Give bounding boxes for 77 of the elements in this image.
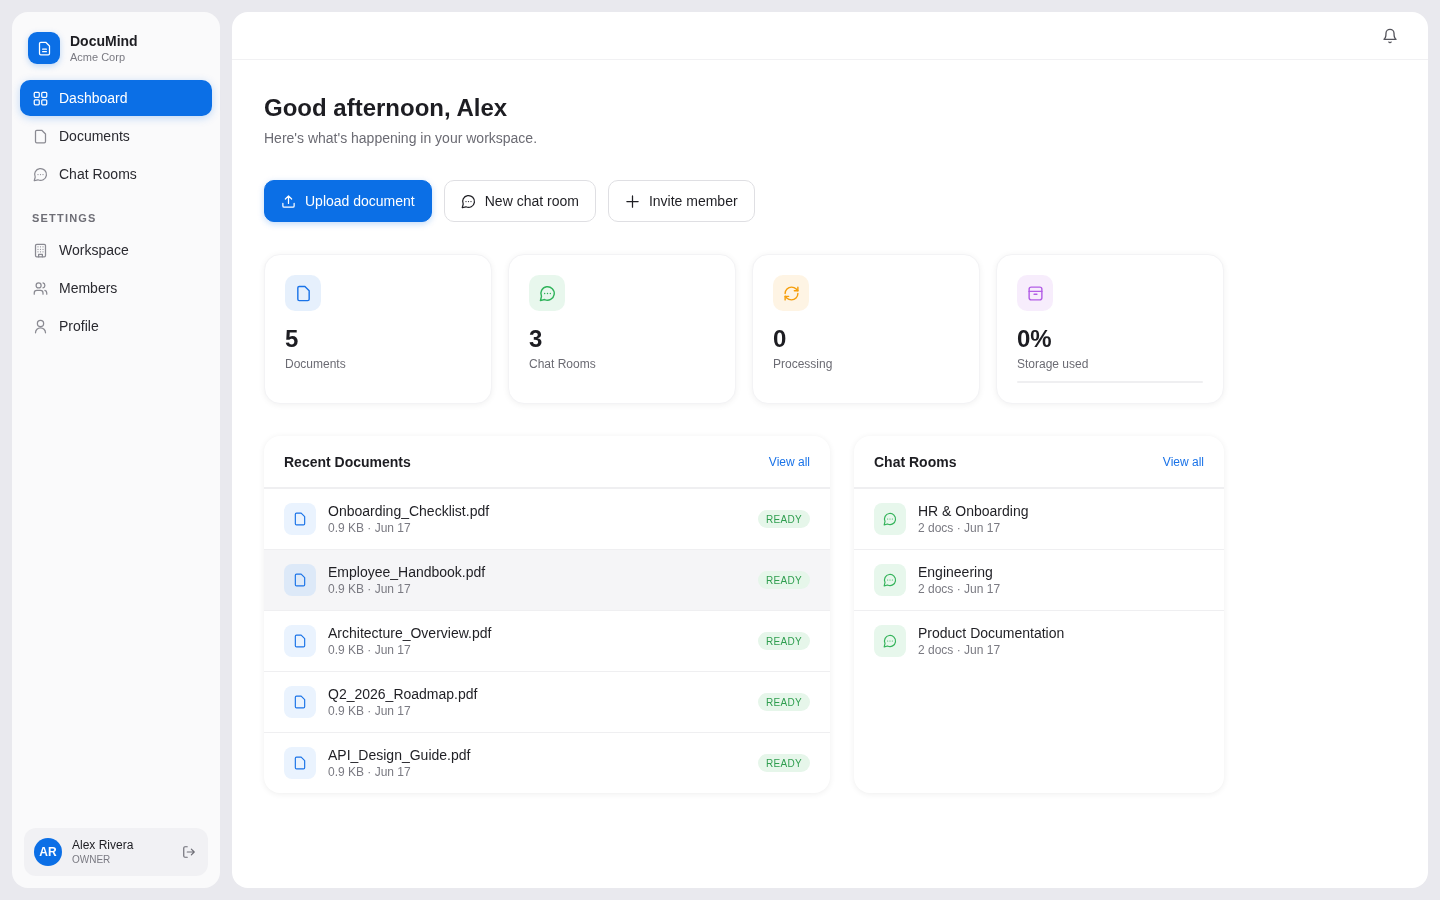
document-name: API_Design_Guide.pdf <box>328 746 471 764</box>
document-meta: 0.9 KB · Jun 17 <box>328 703 411 719</box>
user-avatar: AR <box>34 838 62 866</box>
stat-value: 0 <box>773 324 787 354</box>
chat-room-name: Engineering <box>918 563 993 581</box>
stat-label: Chat Rooms <box>529 356 596 372</box>
nav-item[interactable]: Profile <box>20 308 212 344</box>
file-icon <box>284 503 316 535</box>
stat-value: 0% <box>1017 324 1052 354</box>
status-badge: READY <box>758 571 810 589</box>
chat-bubble-icon <box>874 503 906 535</box>
chat-bubble-icon <box>874 625 906 657</box>
greeting-heading: Good afternoon, Alex <box>264 93 508 123</box>
status-badge: READY <box>758 632 810 650</box>
notification-bell-icon[interactable] <box>1382 27 1398 44</box>
user-name: Alex Rivera <box>72 838 134 853</box>
file-icon <box>284 747 316 779</box>
chat-room-row[interactable]: Engineering 2 docs · Jun 17 <box>854 549 1224 610</box>
section-heading: SETTINGS <box>32 212 97 224</box>
document-row[interactable]: Architecture_Overview.pdf 0.9 KB · Jun 17 READY <box>264 610 830 671</box>
document-meta: 0.9 KB · Jun 17 <box>328 581 411 597</box>
chat-room-name: HR & Onboarding <box>918 502 1029 520</box>
status-badge: READY <box>758 510 810 528</box>
grid-icon <box>33 90 48 106</box>
document-row[interactable]: Q2_2026_Roadmap.pdf 0.9 KB · Jun 17 READY <box>264 671 830 732</box>
chat-room-row[interactable]: Product Documentation 2 docs · Jun 17 <box>854 610 1224 671</box>
organization-name: Acme Corp <box>70 49 126 64</box>
user-icon <box>33 318 48 334</box>
view-all-link[interactable]: View all <box>768 454 810 469</box>
building-icon <box>33 242 48 258</box>
document-row[interactable]: Employee_Handbook.pdf 0.9 KB · Jun 17 READY <box>264 549 830 610</box>
action-button[interactable]: New chat room <box>443 180 596 222</box>
logout-icon[interactable] <box>182 845 196 859</box>
chat-room-meta: 2 docs · Jun 17 <box>918 520 1001 536</box>
action-button[interactable]: Invite member <box>607 180 755 222</box>
stat-label: Processing <box>773 356 833 372</box>
nav-item[interactable]: Members <box>20 270 212 306</box>
file-icon <box>33 128 48 144</box>
status-badge: READY <box>758 693 810 711</box>
nav-item[interactable]: Documents <box>20 118 212 154</box>
document-name: Onboarding_Checklist.pdf <box>328 502 490 520</box>
panel-title: Recent Documents <box>284 453 411 470</box>
document-meta: 0.9 KB · Jun 17 <box>328 520 411 536</box>
stat-value: 3 <box>529 324 543 354</box>
nav-item[interactable]: Chat Rooms <box>20 156 212 192</box>
chat-room-name: Product Documentation <box>918 624 1065 642</box>
chat-bubble-icon <box>33 166 48 182</box>
user-role: OWNER <box>72 853 111 866</box>
panel-title: Chat Rooms <box>874 453 957 470</box>
file-icon <box>284 625 316 657</box>
stat-value: 5 <box>285 324 299 354</box>
document-name: Q2_2026_Roadmap.pdf <box>328 685 478 703</box>
chat-room-meta: 2 docs · Jun 17 <box>918 581 1001 597</box>
chat-bubble-icon <box>874 564 906 596</box>
upload-icon <box>281 193 296 209</box>
status-badge: READY <box>758 754 810 772</box>
document-name: Employee_Handbook.pdf <box>328 563 486 581</box>
document-row[interactable]: API_Design_Guide.pdf 0.9 KB · Jun 17 READY <box>264 732 830 793</box>
chat-room-meta: 2 docs · Jun 17 <box>918 642 1001 658</box>
users-icon <box>33 280 48 296</box>
document-name: Architecture_Overview.pdf <box>328 624 492 642</box>
file-icon <box>284 686 316 718</box>
file-icon <box>284 564 316 596</box>
document-meta: 0.9 KB · Jun 17 <box>328 764 411 780</box>
stat-label: Storage used <box>1017 356 1089 372</box>
chat-bubble-icon <box>460 193 476 209</box>
action-button[interactable]: Upload document <box>264 180 432 222</box>
nav-item[interactable]: Dashboard <box>20 80 212 116</box>
app-name: DocuMind <box>70 32 138 50</box>
chat-room-row[interactable]: HR & Onboarding 2 docs · Jun 17 <box>854 488 1224 549</box>
nav-item[interactable]: Workspace <box>20 232 212 268</box>
view-all-link[interactable]: View all <box>1162 454 1204 469</box>
document-logo-icon <box>28 32 60 64</box>
document-meta: 0.9 KB · Jun 17 <box>328 642 411 658</box>
stat-label: Documents <box>285 356 346 372</box>
greeting-subtitle: Here's what's happening in your workspace. <box>264 129 538 148</box>
plus-icon <box>624 193 640 209</box>
